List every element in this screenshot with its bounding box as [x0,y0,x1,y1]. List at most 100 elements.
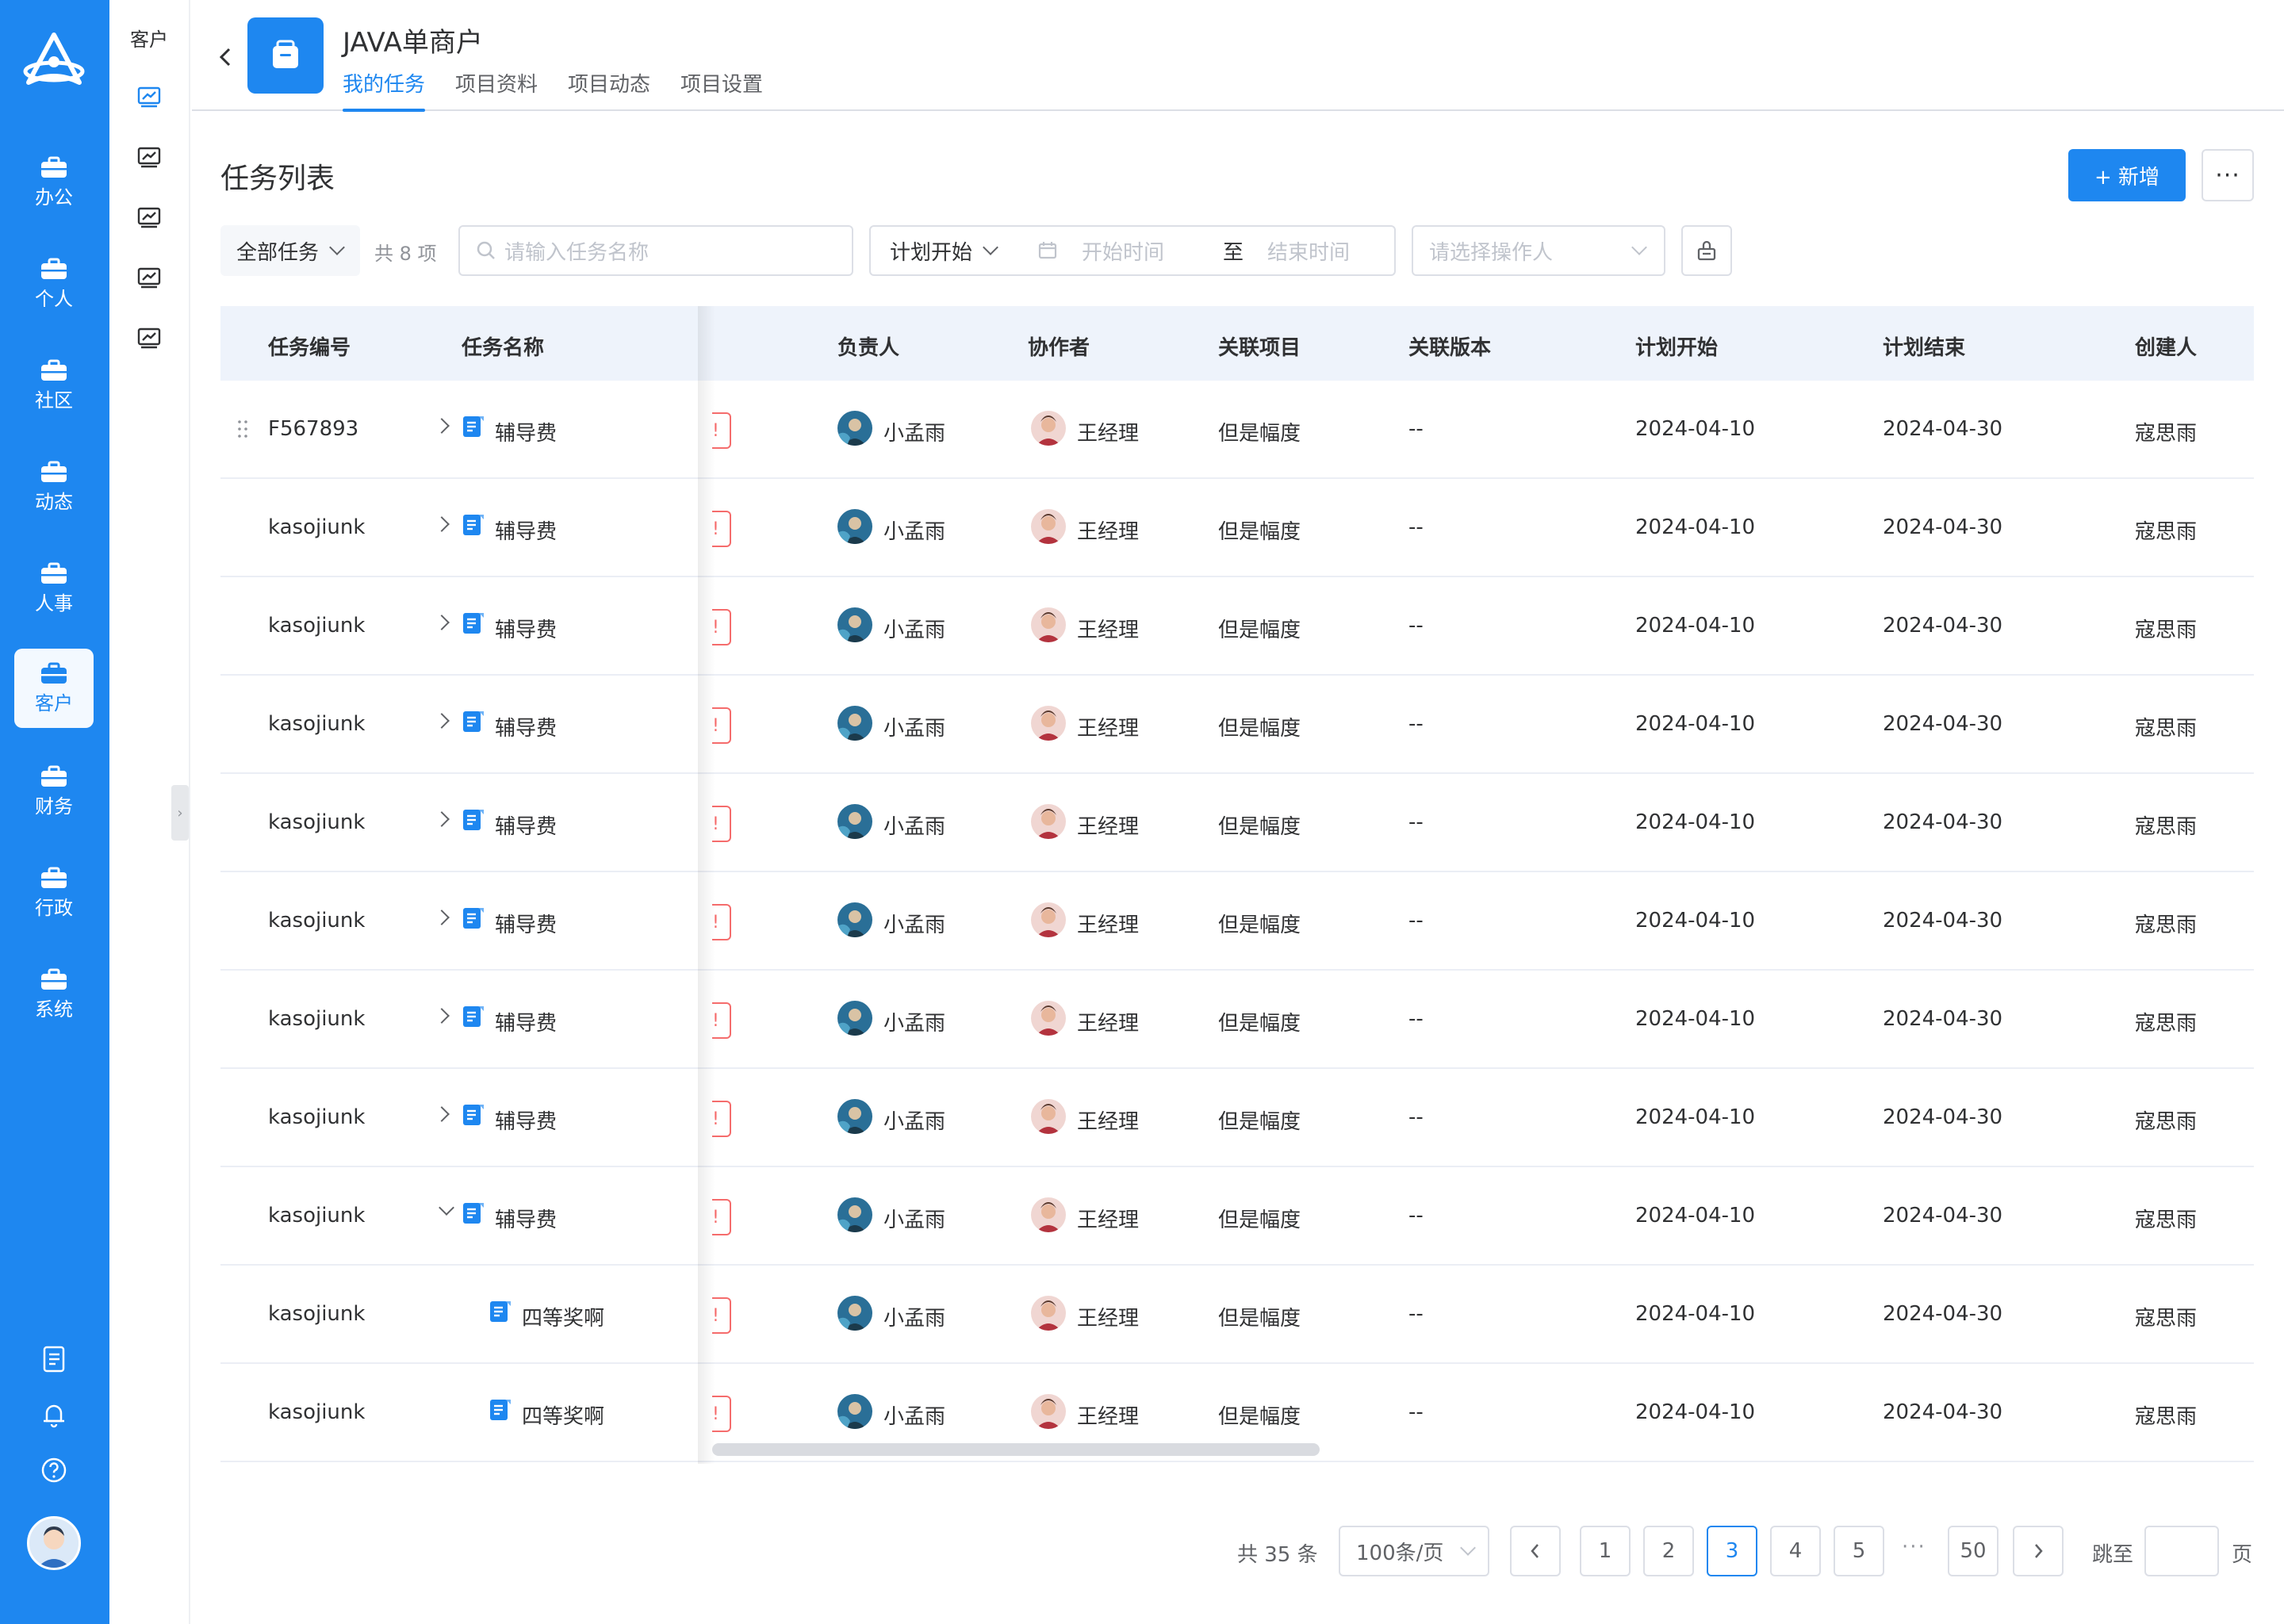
operator-placeholder: 请选择操作人 [1429,240,1554,265]
more-options-button[interactable]: ··· [2202,149,2254,201]
horizontal-scrollbar[interactable] [712,1443,1320,1456]
search-input[interactable]: 请输入任务名称 [458,225,853,276]
column-header[interactable]: 任务名称 [462,331,544,361]
chevron-right-icon[interactable] [434,516,450,532]
table-row[interactable]: kasojiunk 辅导费! 小孟雨 王经理 但是幅度 -- 2024-04-10 2024-… [220,971,2254,1069]
task-scope-select[interactable]: 全部任务 [220,225,360,276]
page-size-select[interactable]: 100条/页 [1339,1526,1489,1576]
nav-item[interactable]: 个人 [14,244,94,324]
creator: 寇思雨 [2135,520,2198,544]
chart-board-icon[interactable] [136,146,162,168]
bell-icon[interactable] [40,1400,68,1429]
chevron-right-icon[interactable] [434,1008,450,1024]
chevron-right-icon[interactable] [434,713,450,729]
task-list-icon[interactable] [40,1345,68,1373]
task-name[interactable]: 辅导费 [495,810,557,840]
table-row[interactable]: F567893 辅导费! 小孟雨 王经理 但是幅度 -- 2024-04-10 2024-04… [220,381,2254,479]
table-row[interactable]: kasojiunk 辅导费! 小孟雨 王经理 但是幅度 -- 2024-04-10 2024-… [220,1167,2254,1266]
page-button[interactable]: 2 [1643,1526,1694,1576]
chevron-right-icon[interactable] [434,811,450,827]
page-button[interactable]: 1 [1580,1526,1631,1576]
drag-handle-icon[interactable] [236,419,249,439]
task-name[interactable]: 辅导费 [495,712,557,741]
app-logo-icon[interactable] [19,30,89,94]
nav-item[interactable]: 行政 [14,853,94,933]
column-header[interactable]: 计划开始 [1635,331,1718,361]
related-version: -- [1408,515,1424,539]
task-name[interactable]: 辅导费 [495,614,557,643]
jump-unit: 页 [2232,1543,2253,1567]
nav-item[interactable]: 办公 [14,143,94,222]
tab-item[interactable]: 项目设置 [680,68,763,112]
task-name[interactable]: 辅导费 [495,909,557,938]
table-row[interactable]: kasojiunk 四等奖啊! 小孟雨 王经理 但是幅度 -- 2024-04-10 2024… [220,1266,2254,1364]
chevron-right-icon[interactable] [434,615,450,630]
table-row[interactable]: kasojiunk 辅导费! 小孟雨 王经理 但是幅度 -- 2024-04-10 2024-… [220,577,2254,676]
page-button[interactable]: 4 [1770,1526,1821,1576]
help-icon[interactable] [40,1456,68,1484]
next-page-button[interactable] [2013,1526,2064,1576]
briefcase-icon [41,359,67,381]
column-header[interactable]: 关联项目 [1218,331,1301,361]
tab-item[interactable]: 项目动态 [568,68,650,112]
chevron-down-icon [1631,239,1647,255]
column-header[interactable]: 创建人 [2135,331,2197,361]
task-name[interactable]: 辅导费 [495,417,557,446]
task-id: kasojiunk [268,810,366,834]
table-row[interactable]: kasojiunk 辅导费! 小孟雨 王经理 但是幅度 -- 2024-04-10 2024-… [220,774,2254,872]
page-button-last[interactable]: 50 [1948,1526,1998,1576]
user-avatar[interactable] [27,1516,81,1570]
nav-item[interactable]: 社区 [14,346,94,425]
end-date-input[interactable]: 结束时间 [1267,236,1350,266]
task-name[interactable]: 辅导费 [495,1204,557,1233]
nav-item[interactable]: 客户 [14,649,94,728]
plan-end: 2024-04-30 [1883,515,2003,539]
chevron-right-icon[interactable] [434,1106,450,1122]
chart-board-icon[interactable] [136,206,162,228]
chart-board-icon[interactable] [136,327,162,349]
nav-item[interactable]: 财务 [14,752,94,831]
operator-select[interactable]: 请选择操作人 [1412,225,1665,276]
chart-board-icon[interactable] [136,86,162,108]
table-row[interactable]: kasojiunk 辅导费! 小孟雨 王经理 但是幅度 -- 2024-04-10 2024-… [220,676,2254,774]
task-name[interactable]: 四等奖啊 [522,1302,604,1331]
creator: 寇思雨 [2135,815,2198,839]
column-header[interactable]: 关联版本 [1408,331,1491,361]
nav-item[interactable]: 人事 [14,549,94,628]
back-arrow-icon[interactable] [216,44,235,70]
task-name[interactable]: 辅导费 [495,515,557,545]
task-name[interactable]: 辅导费 [495,1105,557,1135]
column-header[interactable]: 计划结束 [1883,331,1965,361]
jump-page-input[interactable] [2144,1526,2219,1576]
nav-item-label: 动态 [35,491,73,513]
nav-item[interactable]: 动态 [14,447,94,527]
table-row[interactable]: kasojiunk 辅导费! 小孟雨 王经理 但是幅度 -- 2024-04-10 2024-… [220,1069,2254,1167]
clear-filter-button[interactable] [1681,225,1732,276]
date-type-select[interactable]: 计划开始 [871,236,1026,266]
tab-item[interactable]: 项目资料 [455,68,538,112]
pagination-ellipsis[interactable]: ··· [1902,1535,1926,1559]
table-row[interactable]: kasojiunk 辅导费! 小孟雨 王经理 但是幅度 -- 2024-04-10 2024-… [220,479,2254,577]
add-task-button[interactable]: + 新增 [2068,149,2186,201]
table-row[interactable]: kasojiunk 辅导费! 小孟雨 王经理 但是幅度 -- 2024-04-10 2024-… [220,872,2254,971]
owner-avatar [837,804,872,839]
page-button[interactable]: 5 [1834,1526,1884,1576]
sidebar-collapse-toggle[interactable]: › [171,785,189,841]
start-date-input[interactable]: 开始时间 [1082,236,1223,266]
document-icon [462,1201,485,1226]
column-header[interactable]: 协作者 [1028,331,1090,361]
task-name[interactable]: 辅导费 [495,1007,557,1036]
tab-item[interactable]: 我的任务 [343,68,426,112]
chart-board-icon[interactable] [136,266,162,289]
task-name[interactable]: 四等奖啊 [522,1400,604,1430]
owner-name: 小孟雨 [883,1405,946,1429]
prev-page-button[interactable] [1510,1526,1561,1576]
plan-start: 2024-04-10 [1635,712,1756,736]
chevron-down-icon[interactable] [439,1200,454,1216]
column-header[interactable]: 任务编号 [268,331,351,361]
chevron-right-icon[interactable] [434,910,450,925]
page-button[interactable]: 3 [1707,1526,1757,1576]
chevron-right-icon[interactable] [434,418,450,434]
column-header[interactable]: 负责人 [837,331,899,361]
nav-item[interactable]: 系统 [14,955,94,1034]
